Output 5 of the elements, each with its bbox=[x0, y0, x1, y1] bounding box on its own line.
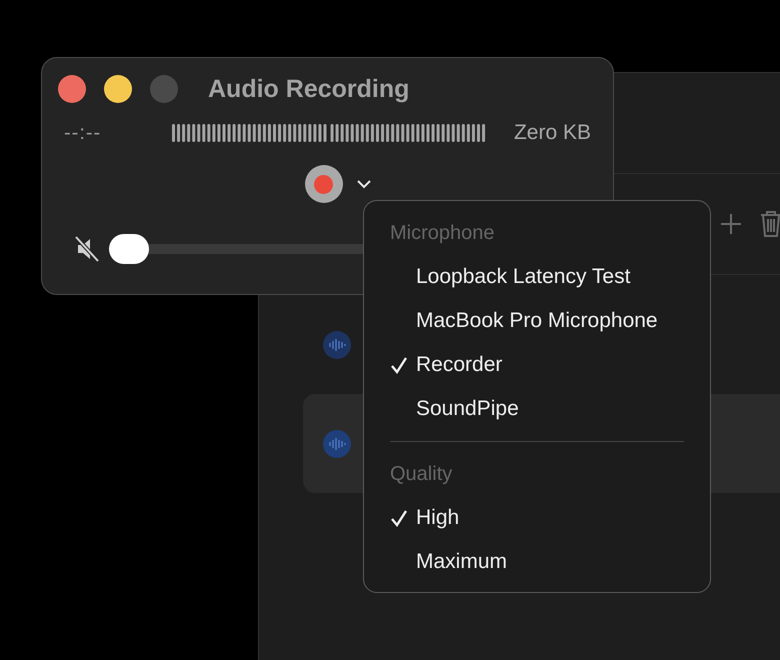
menu-heading: Quality bbox=[390, 462, 454, 487]
file-size: Zero KB bbox=[514, 121, 591, 145]
elapsed-time: --:-- bbox=[64, 122, 102, 144]
window-title: Audio Recording bbox=[208, 74, 410, 104]
menu-heading: Microphone bbox=[390, 221, 496, 246]
